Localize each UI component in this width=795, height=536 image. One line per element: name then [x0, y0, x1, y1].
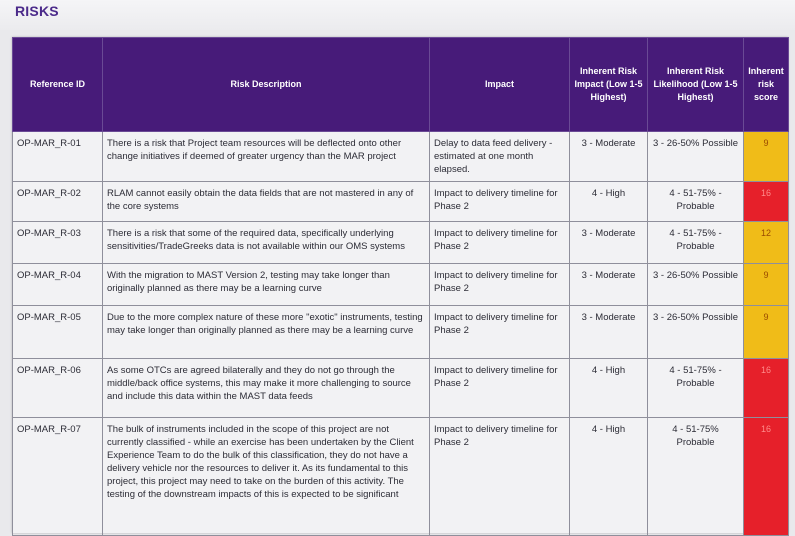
risk-description-cell: As some OTCs are agreed bilaterally and …: [102, 358, 430, 418]
risk-score-cell: 12: [743, 221, 789, 264]
risk-score-cell: 9: [743, 263, 789, 306]
risk-score-cell: 9: [743, 305, 789, 359]
risk-table: Reference ID Risk Description Impact Inh…: [12, 37, 789, 536]
risk-impact-cell: Impact to delivery timeline for Phase 2: [429, 181, 570, 222]
table-row: OP-MAR_R-01 There is a risk that Project …: [12, 131, 789, 182]
header-impact: Impact: [429, 37, 570, 132]
risk-score-cell: 16: [743, 417, 789, 536]
table-header-row: Reference ID Risk Description Impact Inh…: [12, 37, 789, 132]
risk-score-cell: 16: [743, 181, 789, 222]
inherent-impact-cell: 4 - High: [569, 181, 648, 222]
risk-reference-cell: OP-MAR_R-04: [12, 263, 103, 306]
risk-impact-cell: Delay to data feed delivery - estimated …: [429, 131, 570, 182]
table-row: OP-MAR_R-02 RLAM cannot easily obtain the…: [12, 181, 789, 222]
table-row: OP-MAR_R-04 With the migration to MAST Ve…: [12, 263, 789, 306]
table-body: OP-MAR_R-01 There is a risk that Project …: [12, 131, 789, 536]
header-inherent-risk-score: Inherent risk score: [743, 37, 789, 132]
risk-description-cell: There is a risk that Project team resour…: [102, 131, 430, 182]
likelihood-cell: 4 - 51-75% Probable: [647, 417, 744, 536]
table-row: OP-MAR_R-07 The bulk of instruments inclu…: [12, 417, 789, 536]
risk-impact-cell: Impact to delivery timeline for Phase 2: [429, 263, 570, 306]
risk-description-cell: Due to the more complex nature of these …: [102, 305, 430, 359]
risk-reference-cell: OP-MAR_R-01: [12, 131, 103, 182]
risk-impact-cell: Impact to delivery timeline for Phase 2: [429, 305, 570, 359]
risk-reference-cell: OP-MAR_R-03: [12, 221, 103, 264]
header-risk-description: Risk Description: [102, 37, 430, 132]
header-inherent-risk-impact: Inherent Risk Impact (Low 1-5 Highest): [569, 37, 648, 132]
inherent-impact-cell: 3 - Moderate: [569, 131, 648, 182]
risk-description-cell: The bulk of instruments included in the …: [102, 417, 430, 536]
inherent-impact-cell: 3 - Moderate: [569, 221, 648, 264]
document-top-strip: [0, 0, 795, 30]
inherent-impact-cell: 4 - High: [569, 358, 648, 418]
risk-register-sheet: Reference ID Risk Description Impact Inh…: [12, 37, 789, 536]
risk-reference-cell: OP-MAR_R-05: [12, 305, 103, 359]
likelihood-cell: 4 - 51-75% - Probable: [647, 221, 744, 264]
risk-impact-cell: Impact to delivery timeline for Phase 2: [429, 358, 570, 418]
page-title: RISKS: [15, 3, 59, 19]
header-inherent-risk-likelihood: Inherent Risk Likelihood (Low 1-5 Highes…: [647, 37, 744, 132]
risk-impact-cell: Impact to delivery timeline for Phase 2: [429, 221, 570, 264]
risk-reference-cell: OP-MAR_R-07: [12, 417, 103, 536]
risk-description-cell: There is a risk that some of the require…: [102, 221, 430, 264]
risk-score-cell: 16: [743, 358, 789, 418]
inherent-impact-cell: 4 - High: [569, 417, 648, 536]
likelihood-cell: 4 - 51-75% - Probable: [647, 358, 744, 418]
likelihood-cell: 3 - 26-50% Possible: [647, 131, 744, 182]
risk-reference-cell: OP-MAR_R-02: [12, 181, 103, 222]
risk-description-cell: RLAM cannot easily obtain the data field…: [102, 181, 430, 222]
risk-description-cell: With the migration to MAST Version 2, te…: [102, 263, 430, 306]
likelihood-cell: 3 - 26-50% Possible: [647, 305, 744, 359]
table-row: OP-MAR_R-05 Due to the more complex natur…: [12, 305, 789, 359]
risk-reference-cell: OP-MAR_R-06: [12, 358, 103, 418]
inherent-impact-cell: 3 - Moderate: [569, 263, 648, 306]
risk-impact-cell: Impact to delivery timeline for Phase 2: [429, 417, 570, 536]
inherent-impact-cell: 3 - Moderate: [569, 305, 648, 359]
header-reference-id: Reference ID: [12, 37, 103, 132]
table-row: OP-MAR_R-03 There is a risk that some of …: [12, 221, 789, 264]
likelihood-cell: 4 - 51-75% - Probable: [647, 181, 744, 222]
table-row: OP-MAR_R-06 As some OTCs are agreed bilat…: [12, 358, 789, 418]
likelihood-cell: 3 - 26-50% Possible: [647, 263, 744, 306]
risk-score-cell: 9: [743, 131, 789, 182]
